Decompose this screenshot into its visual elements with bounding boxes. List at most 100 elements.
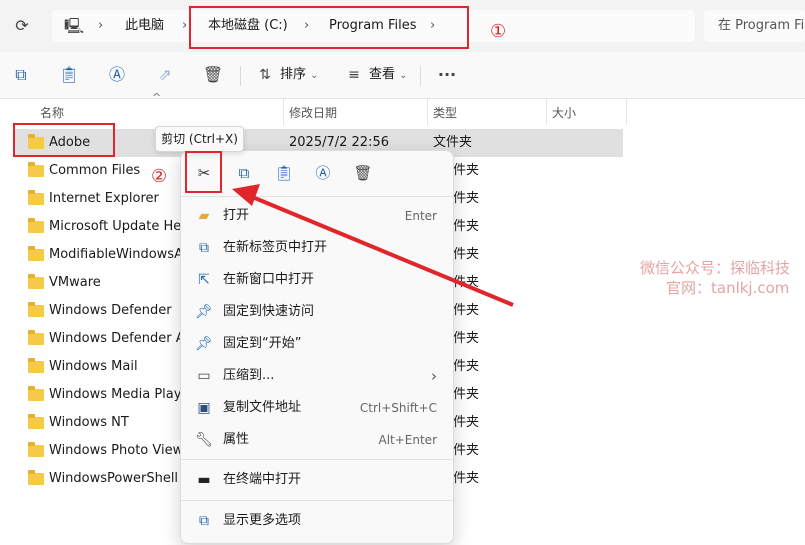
cut-tooltip: 剪切 (Ctrl+X) [155,126,244,152]
file-name: Windows Defender Ad [49,331,193,346]
search-box[interactable]: 在 Program Files [704,10,805,42]
paste-icon[interactable]: 📋︎ [273,162,295,184]
file-type: 件夹 [453,219,480,234]
menu-item-shortcut: Enter [404,209,437,223]
menu-item-label: 属性 [223,432,250,447]
watermark-website: 官网：tanlkj.com [666,279,790,297]
menu-item-open-new-window[interactable]: ⇱ 在新窗口中打开 [181,264,453,296]
sort-button[interactable]: 排序 ⌄ [280,64,319,86]
file-type: 件夹 [453,359,480,374]
column-header-type[interactable]: 类型 [433,101,457,125]
pin-icon: 📌︎ [195,336,213,352]
folder-icon [28,358,44,373]
menu-item-label: 在终端中打开 [223,472,302,487]
menu-item-pin-quick-access[interactable]: 📌︎ 固定到快速访问 [181,296,453,328]
file-type: 件夹 [453,275,480,290]
file-type: 件夹 [453,415,480,430]
file-type: 件夹 [453,191,480,206]
menu-divider [181,196,453,197]
menu-item-open-terminal[interactable]: ▬ 在终端中打开 [181,464,453,496]
file-name: Internet Explorer [49,191,159,206]
menu-item-label: 在新窗口中打开 [223,272,315,287]
menu-item-open[interactable]: ▰ 打开 Enter [181,200,453,232]
menu-item-open-new-tab[interactable]: ⧉ 在新标签页中打开 [181,232,453,264]
rename-icon[interactable]: Ⓐ [106,64,128,86]
file-name: Windows NT [49,415,129,430]
rename-icon[interactable]: Ⓐ [312,162,334,184]
sort-label: 排序 [280,67,307,82]
menu-item-pin-start[interactable]: 📌︎ 固定到“开始” [181,328,453,360]
breadcrumb-this-pc[interactable]: 此电脑 [125,10,164,42]
column-header-size[interactable]: 大小 [552,101,576,125]
menu-item-label: 打开 [223,208,250,223]
column-header-date[interactable]: 修改日期 [289,101,337,125]
chevron-right-icon[interactable]: › [98,10,103,42]
folder-icon [28,386,44,401]
toolbar-divider [240,66,241,86]
folder-open-icon: ▰ [198,208,210,224]
menu-divider [181,459,453,460]
file-type: 件夹 [453,163,480,178]
pin-icon: 📌︎ [195,304,213,320]
folder-icon [28,246,44,261]
search-placeholder: 在 Program Files [718,18,805,33]
more-options-icon[interactable]: ··· [436,64,458,86]
menu-item-compress[interactable]: ▭ 压缩到... › [181,360,453,392]
sort-ascending-icon: ^ [152,91,162,104]
file-type: 件夹 [453,387,480,402]
file-name: Windows Media Player [49,387,195,402]
copy-icon[interactable]: ⧉ [233,162,255,184]
folder-icon [28,470,44,485]
refresh-icon[interactable]: ⟳ [12,16,32,36]
menu-item-shortcut: Alt+Enter [378,433,437,447]
paste-icon[interactable]: 📋︎ [58,64,80,86]
column-divider[interactable] [283,99,284,125]
menu-item-shortcut: Ctrl+Shift+C [359,401,437,415]
annotation-marker-1: ① [490,21,507,42]
menu-item-properties[interactable]: 🔧︎ 属性 Alt+Enter [181,424,453,456]
menu-item-label: 显示更多选项 [223,513,302,528]
context-menu: ✂ ⧉ 📋︎ Ⓐ 🗑︎ ▰ 打开 Enter ⧉ 在新标签页中打开 ⇱ 在新窗口… [180,150,454,544]
share-icon[interactable]: ⇗ [154,64,176,86]
column-divider[interactable] [626,99,627,125]
file-name: Windows Mail [49,359,138,374]
wrench-icon: 🔧︎ [195,432,213,448]
view-label: 查看 [369,67,396,82]
menu-item-label: 在新标签页中打开 [223,240,328,255]
view-icon[interactable]: ≡ [343,64,365,86]
column-header-name[interactable]: 名称 [40,101,64,125]
menu-item-copy-path[interactable]: ▣ 复制文件地址 Ctrl+Shift+C [181,392,453,424]
copy-icon[interactable]: ⧉ [10,64,32,86]
chevron-right-icon[interactable]: › [182,10,187,42]
file-name: Common Files [49,163,141,178]
file-name: WindowsPowerShell [49,471,179,486]
column-divider[interactable] [546,99,547,125]
annotation-marker-2: ② [151,166,168,187]
highlight-cut-button [185,151,222,193]
menu-item-show-more[interactable]: ⧉ 显示更多选项 [181,505,453,537]
view-button[interactable]: 查看 ⌄ [369,64,408,86]
file-name: ModifiableWindowsAp [49,247,192,262]
computer-icon[interactable]: 🖳 [64,10,84,42]
file-type: 件夹 [453,303,480,318]
new-tab-icon: ⧉ [199,240,209,256]
folder-icon [28,190,44,205]
menu-item-label: 复制文件地址 [223,400,302,415]
archive-icon: ▭ [197,368,211,384]
new-window-icon: ⇱ [198,272,210,288]
delete-icon[interactable]: 🗑︎ [352,162,374,184]
folder-icon [28,162,44,177]
delete-icon[interactable]: 🗑︎ [202,64,224,86]
file-type: 件夹 [453,471,480,486]
column-divider[interactable] [427,99,428,125]
file-type: 件夹 [453,247,480,262]
file-name: Windows Defender [49,303,172,318]
sort-icon[interactable]: ⇅ [254,64,276,86]
highlight-adobe-folder [13,123,115,157]
folder-icon [28,274,44,289]
menu-item-label: 压缩到... [223,368,275,383]
highlight-breadcrumb [189,6,469,49]
command-bar: ⧉ 📋︎ Ⓐ ⇗ 🗑︎ ⇅ 排序 ⌄ ≡ 查看 ⌄ ··· [0,52,805,99]
file-name: VMware [49,275,101,290]
folder-icon [28,330,44,345]
